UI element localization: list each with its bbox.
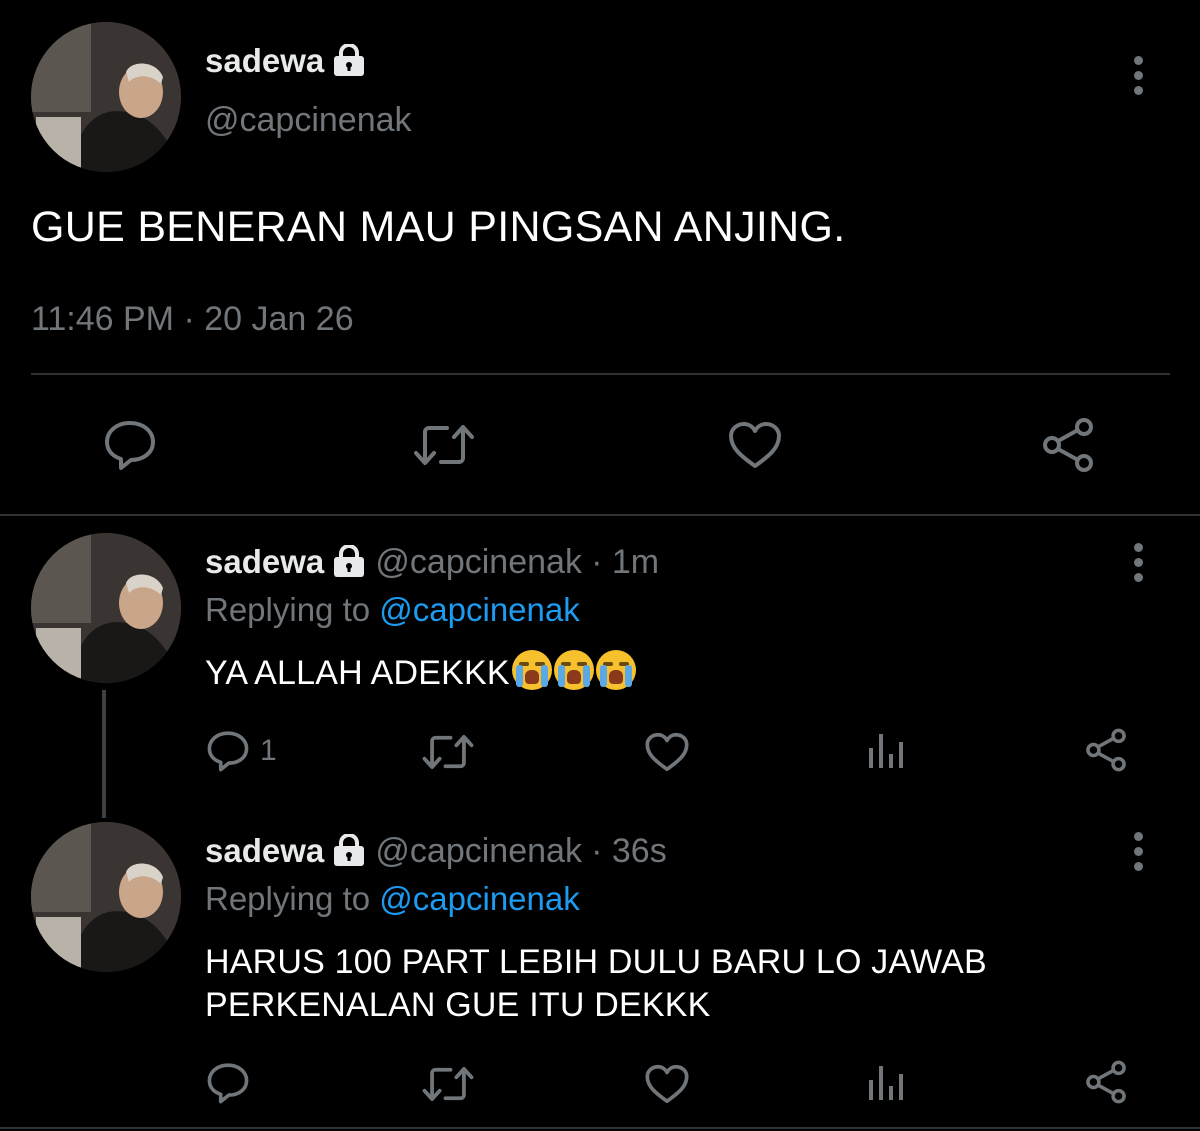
tweet-text: GUE BENERAN MAU PINGSAN ANJING. xyxy=(31,203,846,251)
more-options-icon[interactable] xyxy=(1132,56,1144,101)
tweet-date: 20 Jan 26 xyxy=(204,300,354,338)
reply-time: · 1m xyxy=(591,543,660,581)
share-icon[interactable] xyxy=(1084,728,1128,772)
replying-to: Replying to @capcinenak xyxy=(205,880,580,918)
divider xyxy=(31,373,1170,375)
author-name[interactable]: sadewa xyxy=(205,42,324,79)
reply-text: YA ALLAH ADEKKK xyxy=(205,654,510,692)
reply-text-line: HARUS 100 PART LEBIH DULU BARU LO JAWAB xyxy=(205,943,987,981)
reply-action[interactable]: 1 xyxy=(206,730,277,772)
replying-to: Replying to @capcinenak xyxy=(205,591,580,629)
reply-icon[interactable] xyxy=(206,1062,250,1104)
crying-face-emoji xyxy=(595,650,636,690)
author-name[interactable]: sadewa xyxy=(205,543,324,580)
author-handle[interactable]: @capcinenak xyxy=(375,543,582,581)
like-icon[interactable] xyxy=(644,731,690,773)
reply-text-row: YA ALLAH ADEKKK xyxy=(205,650,636,693)
avatar-photo xyxy=(31,822,181,972)
divider xyxy=(0,1127,1200,1129)
reply-time: · 36s xyxy=(591,832,667,870)
share-icon[interactable] xyxy=(1040,417,1096,473)
tweet-time: 11:46 PM xyxy=(31,300,175,338)
avatar[interactable] xyxy=(31,22,181,172)
author-name[interactable]: sadewa xyxy=(205,832,324,869)
reply-header: sadewa @capcinenak · 1m xyxy=(205,543,659,585)
author-name-row: sadewa xyxy=(205,42,366,84)
like-icon[interactable] xyxy=(644,1063,690,1105)
replying-to-handle[interactable]: @capcinenak xyxy=(379,880,579,917)
reply-icon[interactable] xyxy=(206,730,250,772)
avatar-photo xyxy=(31,22,181,172)
lock-icon xyxy=(332,43,366,84)
reply-action[interactable] xyxy=(206,1062,260,1104)
tweet-timestamp: 11:46 PM · 20 Jan 26 xyxy=(31,300,354,339)
more-options-icon[interactable] xyxy=(1132,543,1144,588)
lock-icon xyxy=(332,833,366,874)
crying-face-emoji xyxy=(553,650,594,690)
author-handle[interactable]: @capcinenak xyxy=(375,832,582,870)
thread-line xyxy=(102,690,106,818)
avatar[interactable] xyxy=(31,533,181,683)
avatar-photo xyxy=(31,533,181,683)
avatar[interactable] xyxy=(31,822,181,972)
retweet-icon[interactable] xyxy=(422,1063,474,1105)
reply-count: 1 xyxy=(260,734,277,767)
replying-to-label: Replying to xyxy=(205,880,371,917)
share-icon[interactable] xyxy=(1084,1060,1128,1104)
analytics-icon[interactable] xyxy=(866,730,906,770)
replying-to-label: Replying to xyxy=(205,591,371,628)
retweet-icon[interactable] xyxy=(422,731,474,773)
replying-to-handle[interactable]: @capcinenak xyxy=(379,591,579,628)
like-icon[interactable] xyxy=(727,420,783,470)
author-handle[interactable]: @capcinenak xyxy=(205,101,412,140)
reply-text-line: PERKENALAN GUE ITU DEKKK xyxy=(205,986,711,1024)
reply-icon[interactable] xyxy=(103,419,157,471)
reply-text: HARUS 100 PART LEBIH DULU BARU LO JAWAB … xyxy=(205,941,987,1027)
divider xyxy=(0,514,1200,516)
analytics-icon[interactable] xyxy=(866,1062,906,1102)
lock-icon xyxy=(332,544,366,585)
crying-face-emoji xyxy=(511,650,552,690)
tweet-time-separator: · xyxy=(183,300,195,338)
reply-header: sadewa @capcinenak · 36s xyxy=(205,832,667,874)
more-options-icon[interactable] xyxy=(1132,832,1144,877)
retweet-icon[interactable] xyxy=(413,420,475,470)
